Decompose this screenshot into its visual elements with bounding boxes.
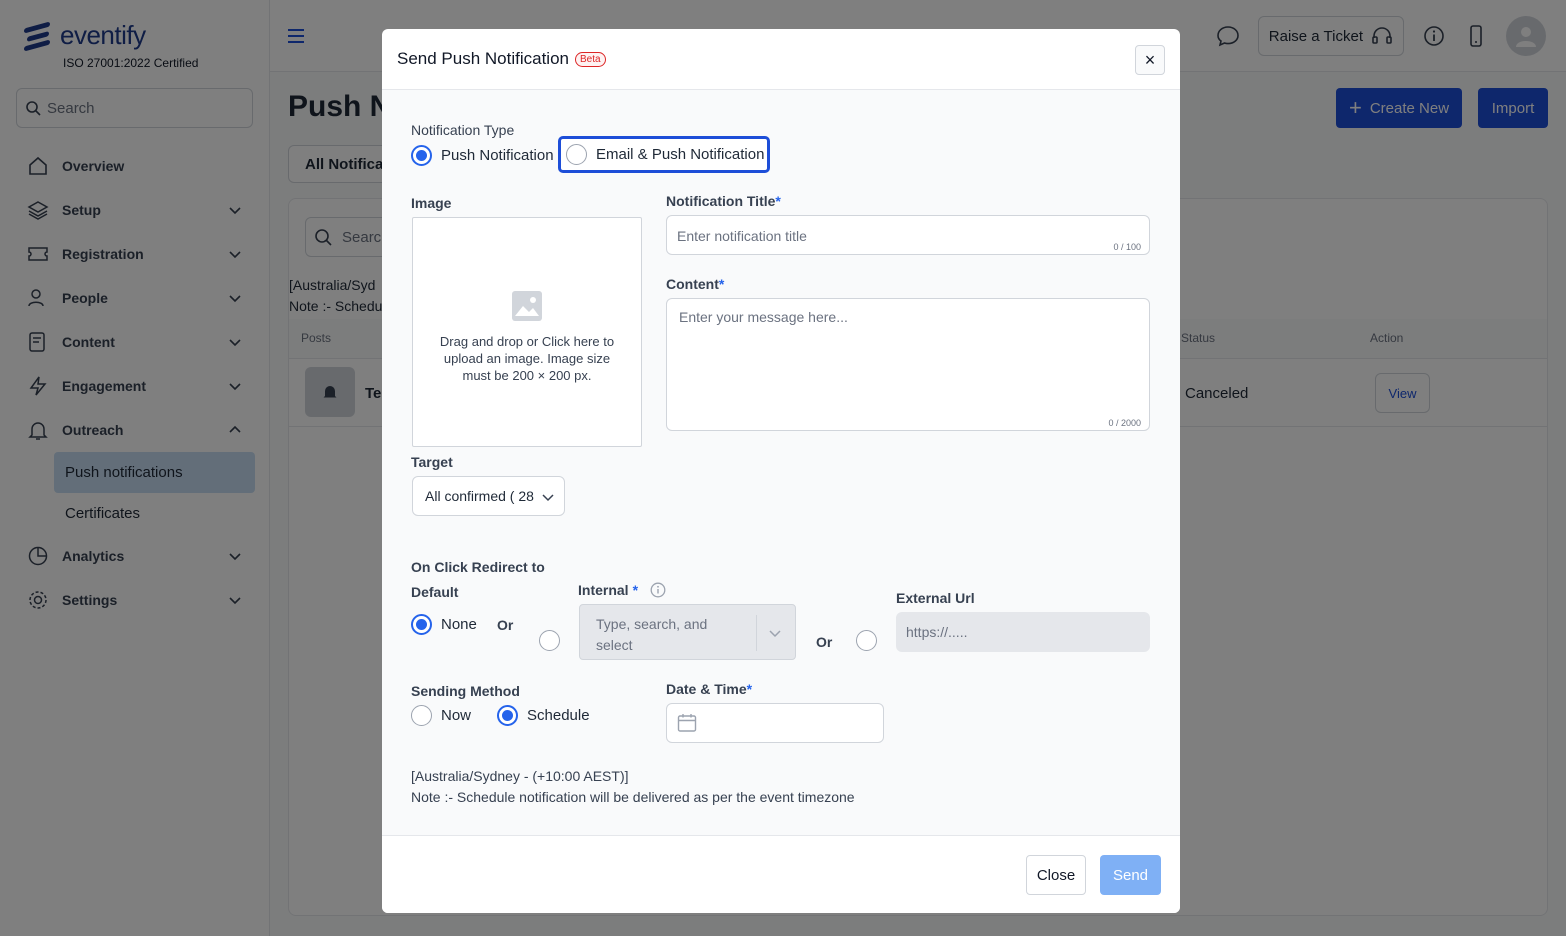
- target-select[interactable]: All confirmed ( 28: [412, 476, 565, 516]
- image-placeholder-icon: [512, 291, 542, 321]
- radio-send-now[interactable]: Now: [411, 705, 471, 726]
- calendar-icon: [677, 714, 697, 732]
- content-placeholder: Enter your message here...: [679, 309, 848, 325]
- radio-label: Now: [441, 707, 472, 724]
- beta-badge: Beta: [575, 51, 606, 67]
- title-char-counter: 0 / 100: [1113, 242, 1141, 252]
- timezone-line: [Australia/Sydney - (+10:00 AEST)]: [411, 768, 629, 784]
- required-mark: *: [775, 193, 781, 209]
- close-button[interactable]: Close: [1026, 855, 1086, 895]
- internal-placeholder: Type, search, and select: [596, 616, 708, 653]
- date-time-label-text: Date & Time: [666, 681, 747, 697]
- notification-title-label-text: Notification Title: [666, 193, 776, 209]
- modal-footer: Close Send: [382, 835, 1180, 913]
- target-label: Target: [411, 454, 453, 470]
- external-url-input[interactable]: https://.....: [896, 612, 1150, 652]
- notification-title-placeholder: Enter notification title: [677, 228, 807, 244]
- notification-type-label: Notification Type: [411, 122, 515, 138]
- image-label: Image: [411, 195, 452, 211]
- radio-push-notification[interactable]: Push Notification: [411, 145, 554, 166]
- radio-label: Schedule: [527, 707, 590, 724]
- content-label: Content*: [666, 276, 724, 292]
- external-url-placeholder: https://.....: [906, 624, 968, 640]
- radio-label: Email & Push Notification: [596, 146, 765, 163]
- internal-label: Internal *: [578, 582, 666, 598]
- radio-unselected-icon: [566, 144, 587, 165]
- radio-label: None: [441, 616, 477, 633]
- modal-body: Notification Type Push Notification Emai…: [382, 90, 1180, 835]
- radio-unselected-icon: [411, 705, 432, 726]
- info-icon[interactable]: [650, 582, 666, 598]
- radio-selected-icon: [411, 614, 432, 635]
- chevron-down-icon: [542, 494, 554, 502]
- required-mark: *: [718, 276, 725, 292]
- select-divider: [756, 615, 757, 651]
- radio-redirect-external[interactable]: [856, 630, 877, 651]
- required-mark: *: [632, 582, 639, 598]
- content-label-text: Content: [666, 276, 719, 292]
- notification-title-label: Notification Title*: [666, 193, 781, 209]
- redirect-label: On Click Redirect to: [411, 559, 545, 575]
- radio-selected-icon: [411, 145, 432, 166]
- radio-selected-icon: [497, 705, 518, 726]
- image-dropzone[interactable]: Drag and drop or Click here to upload an…: [412, 217, 642, 447]
- modal-title-text: Send Push Notification: [397, 49, 569, 68]
- sending-method-label: Sending Method: [411, 683, 520, 699]
- internal-label-text: Internal: [578, 582, 629, 598]
- internal-select[interactable]: Type, search, and select: [579, 604, 796, 660]
- or-separator: Or: [497, 617, 514, 633]
- radio-redirect-internal[interactable]: [539, 630, 560, 651]
- external-url-label: External Url: [896, 590, 975, 606]
- chevron-down-icon: [769, 630, 781, 638]
- radio-redirect-none[interactable]: None: [411, 614, 477, 635]
- modal-header: Send Push Notification Beta ×: [382, 29, 1180, 90]
- date-time-label: Date & Time*: [666, 681, 752, 697]
- content-char-counter: 0 / 2000: [1108, 418, 1141, 428]
- image-upload-hint: Drag and drop or Click here to upload an…: [439, 334, 615, 383]
- default-label: Default: [411, 584, 459, 600]
- modal-title: Send Push Notification Beta: [397, 49, 606, 69]
- notification-title-input[interactable]: Enter notification title 0 / 100: [666, 215, 1150, 255]
- send-push-notification-modal: Send Push Notification Beta × Notificati…: [382, 29, 1180, 913]
- radio-send-schedule[interactable]: Schedule: [497, 705, 590, 726]
- timezone-note: [Australia/Sydney - (+10:00 AEST)] Note …: [411, 766, 855, 808]
- content-textarea[interactable]: Enter your message here... 0 / 2000: [666, 298, 1150, 431]
- or-separator: Or: [816, 634, 833, 650]
- schedule-note-line: Note :- Schedule notification will be de…: [411, 789, 855, 805]
- radio-email-push-notification[interactable]: Email & Push Notification: [558, 136, 770, 173]
- date-time-input[interactable]: [666, 703, 884, 743]
- radio-label: Push Notification: [441, 147, 554, 164]
- close-icon[interactable]: ×: [1135, 45, 1165, 75]
- target-value: All confirmed ( 28: [425, 488, 534, 504]
- required-mark: *: [746, 681, 753, 697]
- send-button[interactable]: Send: [1100, 855, 1161, 895]
